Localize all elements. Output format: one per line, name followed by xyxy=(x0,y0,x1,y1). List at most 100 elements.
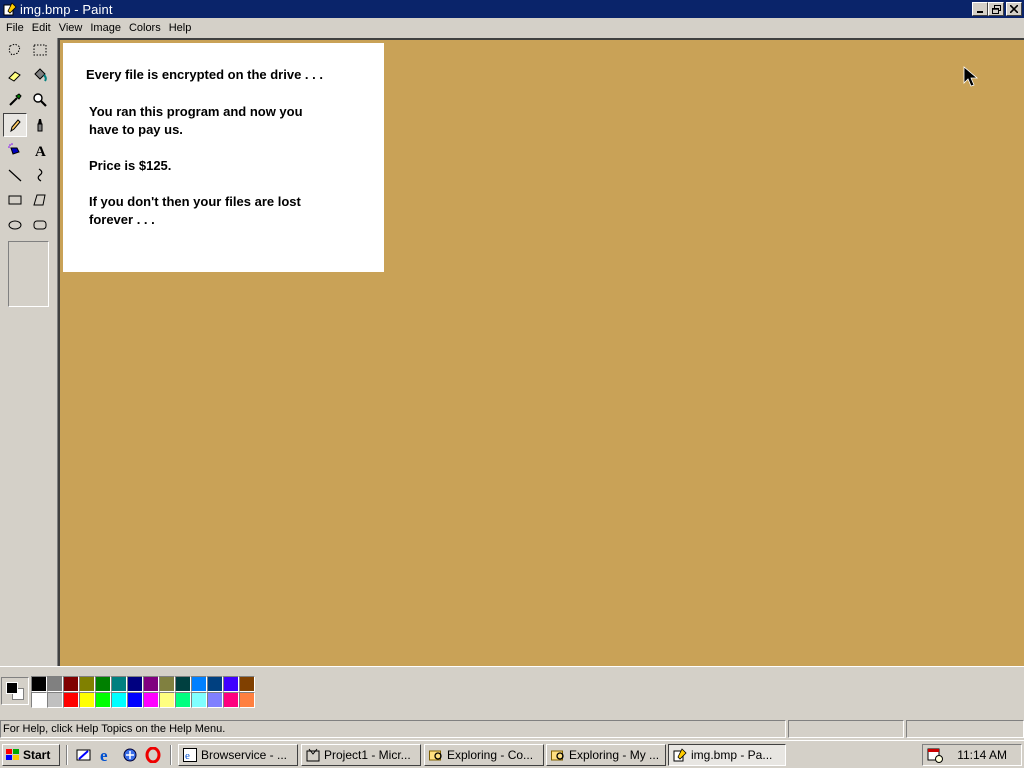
color-swatch[interactable] xyxy=(239,692,255,708)
svg-text:e: e xyxy=(185,750,190,762)
curve-tool[interactable] xyxy=(28,163,52,187)
svg-text:e: e xyxy=(100,747,108,763)
color-swatch[interactable] xyxy=(79,692,95,708)
menu-file[interactable]: File xyxy=(2,22,28,34)
color-swatch[interactable] xyxy=(47,676,63,692)
color-swatch[interactable] xyxy=(95,676,111,692)
taskbar: Start e e Browservice - ... Project1 - M… xyxy=(0,740,1024,768)
task-label: Browservice - ... xyxy=(201,748,288,762)
color-swatch[interactable] xyxy=(175,676,191,692)
color-swatch[interactable] xyxy=(159,692,175,708)
color-swatch[interactable] xyxy=(127,692,143,708)
menu-view[interactable]: View xyxy=(55,22,87,34)
color-swatch[interactable] xyxy=(175,692,191,708)
note-line: If you don't then your files are lost xyxy=(89,194,301,209)
outlook-express-icon[interactable] xyxy=(120,745,140,765)
color-swatch[interactable] xyxy=(63,692,79,708)
color-swatch[interactable] xyxy=(47,692,63,708)
title-bar[interactable]: img.bmp - Paint xyxy=(0,0,1024,18)
task-img-paint[interactable]: img.bmp - Pa... xyxy=(668,744,786,766)
task-label: Project1 - Micr... xyxy=(324,748,411,762)
menu-edit[interactable]: Edit xyxy=(28,22,55,34)
internet-explorer-icon[interactable]: e xyxy=(97,745,117,765)
pencil-icon xyxy=(10,119,21,133)
color-swatch[interactable] xyxy=(223,692,239,708)
svg-text:A: A xyxy=(35,144,46,158)
task-label: Exploring - My ... xyxy=(569,748,660,762)
color-swatch[interactable] xyxy=(63,676,79,692)
rectangle-tool[interactable] xyxy=(3,188,27,212)
menu-image[interactable]: Image xyxy=(86,22,125,34)
menu-colors[interactable]: Colors xyxy=(125,22,165,34)
airbrush-icon xyxy=(8,143,20,155)
curve-icon xyxy=(37,168,43,182)
explorer-icon xyxy=(550,747,566,763)
color-swatch[interactable] xyxy=(239,676,255,692)
tool-options-box[interactable] xyxy=(8,241,49,307)
windows-logo-icon xyxy=(6,749,19,760)
color-swatch[interactable] xyxy=(31,676,47,692)
color-swatch[interactable] xyxy=(95,692,111,708)
color-swatch[interactable] xyxy=(207,692,223,708)
color-swatch[interactable] xyxy=(111,692,127,708)
fill-tool[interactable] xyxy=(28,63,52,87)
explorer-icon xyxy=(428,747,444,763)
task-browservice[interactable]: e Browservice - ... xyxy=(178,744,298,766)
brush-icon xyxy=(37,119,43,132)
show-desktop-icon[interactable] xyxy=(74,745,94,765)
note-line: Every file is encrypted on the drive . .… xyxy=(86,67,323,82)
color-swatch[interactable] xyxy=(207,676,223,692)
brush-tool[interactable] xyxy=(28,113,52,137)
start-button[interactable]: Start xyxy=(2,744,60,766)
text-tool[interactable]: A xyxy=(28,138,52,162)
task-exploring-co[interactable]: Exploring - Co... xyxy=(424,744,544,766)
task-project1[interactable]: Project1 - Micr... xyxy=(301,744,421,766)
ellipse-tool[interactable] xyxy=(3,213,27,237)
task-exploring-my[interactable]: Exploring - My ... xyxy=(546,744,666,766)
close-button[interactable] xyxy=(1006,2,1022,16)
color-swatch[interactable] xyxy=(159,676,175,692)
ransom-note-text-box[interactable]: Every file is encrypted on the drive . .… xyxy=(63,43,384,272)
palette-swatches xyxy=(31,676,255,708)
free-form-select-tool[interactable] xyxy=(3,38,27,62)
airbrush-tool[interactable] xyxy=(3,138,27,162)
magnifier-tool[interactable] xyxy=(28,88,52,112)
note-line: have to pay us. xyxy=(89,122,183,137)
line-icon xyxy=(8,169,22,182)
status-pane-size xyxy=(906,720,1024,738)
paint-app-icon[interactable] xyxy=(2,1,18,17)
eraser-tool[interactable] xyxy=(3,63,27,87)
restore-button[interactable] xyxy=(988,2,1004,16)
start-label: Start xyxy=(23,748,51,762)
task-label: Exploring - Co... xyxy=(447,748,534,762)
rounded-rectangle-tool[interactable] xyxy=(28,213,52,237)
menu-bar: File Edit View Image Colors Help xyxy=(0,18,1024,38)
color-swatch[interactable] xyxy=(127,676,143,692)
color-swatch[interactable] xyxy=(79,676,95,692)
mouse-pointer-icon xyxy=(963,66,979,88)
polygon-tool[interactable] xyxy=(28,188,52,212)
eraser-icon xyxy=(8,71,21,82)
color-swatch[interactable] xyxy=(31,692,47,708)
color-swatch[interactable] xyxy=(191,692,207,708)
scheduler-icon[interactable] xyxy=(927,747,943,766)
opera-icon[interactable] xyxy=(143,745,163,765)
select-tool[interactable] xyxy=(28,38,52,62)
minimize-button[interactable] xyxy=(972,2,988,16)
menu-help[interactable]: Help xyxy=(165,22,196,34)
color-swatch[interactable] xyxy=(111,676,127,692)
foreground-color-swatch xyxy=(6,682,18,694)
pick-color-tool[interactable] xyxy=(3,88,27,112)
rectangle-icon xyxy=(8,195,22,205)
task-label: img.bmp - Pa... xyxy=(691,748,773,762)
color-swatch[interactable] xyxy=(223,676,239,692)
ellipse-icon xyxy=(8,220,22,230)
clock[interactable]: 11:14 AM xyxy=(957,748,1007,762)
color-swatch[interactable] xyxy=(143,692,159,708)
current-colors-indicator[interactable] xyxy=(1,677,29,705)
pencil-tool[interactable] xyxy=(3,113,27,137)
color-swatch[interactable] xyxy=(191,676,207,692)
status-help-text: For Help, click Help Topics on the Help … xyxy=(0,720,786,738)
line-tool[interactable] xyxy=(3,163,27,187)
color-swatch[interactable] xyxy=(143,676,159,692)
